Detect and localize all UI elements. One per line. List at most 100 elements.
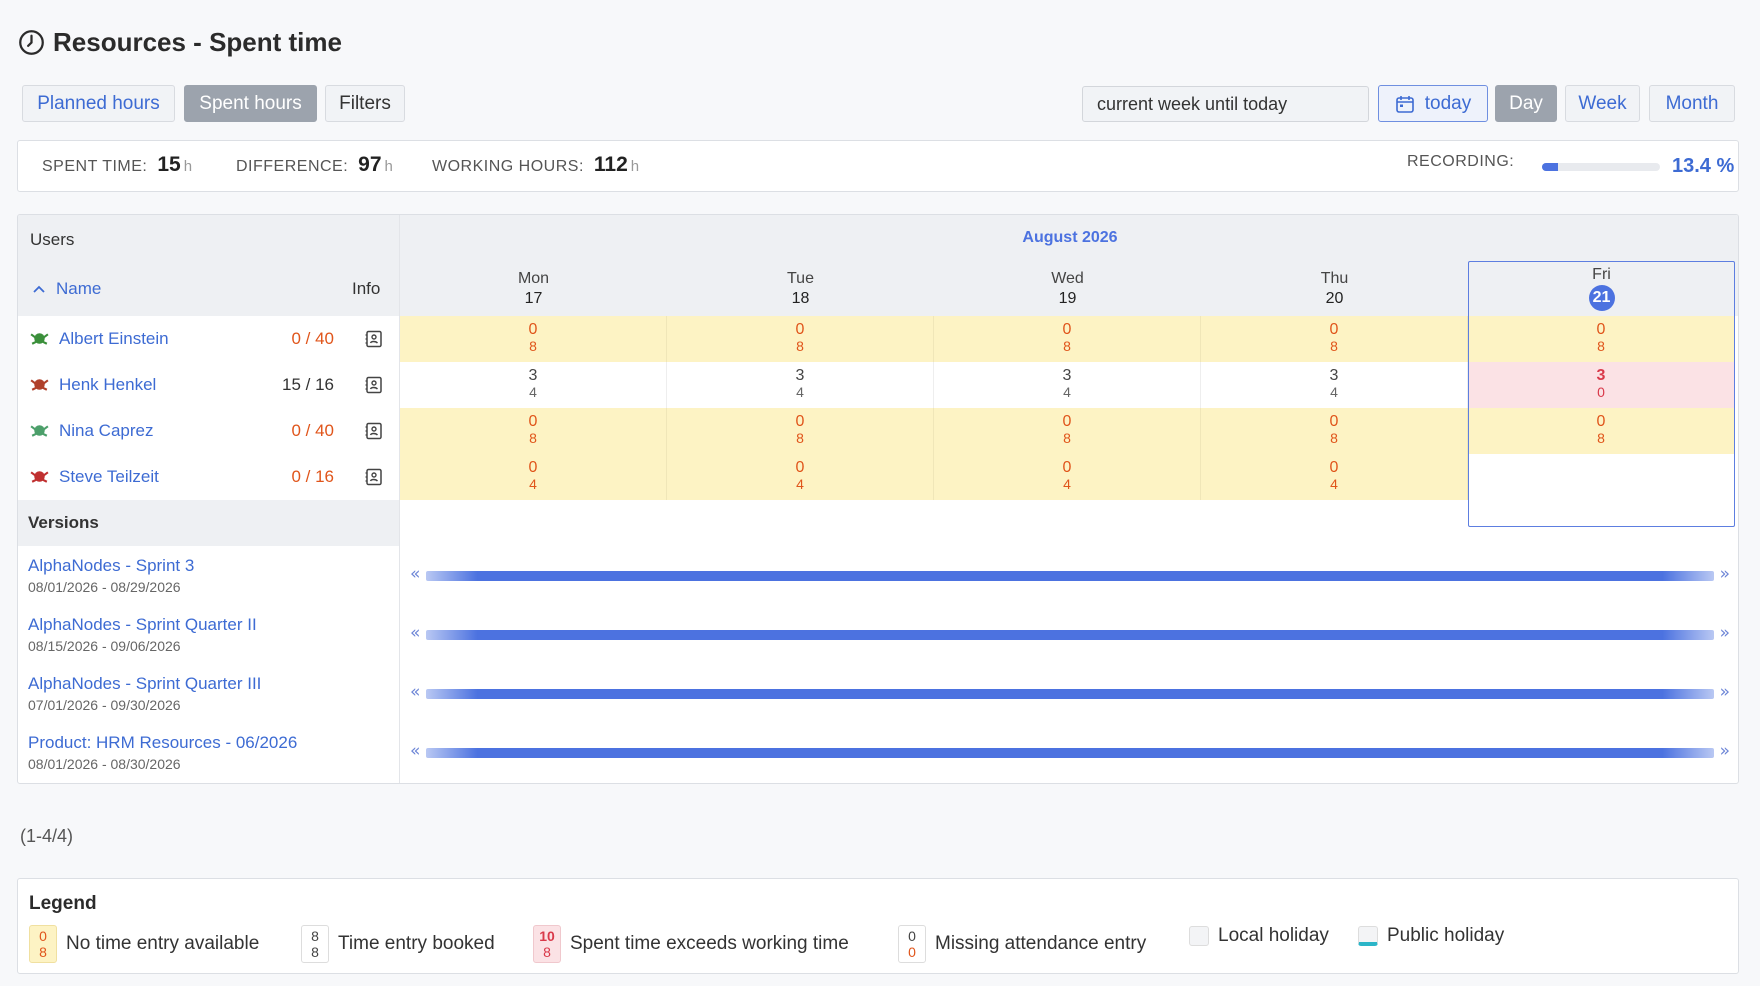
page-header: Resources - Spent time bbox=[18, 24, 342, 60]
recording-progress bbox=[1542, 163, 1660, 171]
recording-value: 13.4 % bbox=[1672, 155, 1735, 177]
user-name-link[interactable]: Nina Caprez bbox=[59, 421, 154, 441]
time-cell[interactable]: 08 bbox=[1201, 408, 1468, 454]
version-name-link[interactable]: Product: HRM Resources - 06/2026 bbox=[28, 733, 297, 753]
time-cell[interactable]: 08 bbox=[1468, 408, 1735, 454]
version-dates: 08/01/2026 - 08/29/2026 bbox=[28, 579, 181, 595]
user-name-link[interactable]: Steve Teilzeit bbox=[59, 467, 159, 487]
user-hours: 0 / 40 bbox=[291, 329, 334, 348]
version-name-link[interactable]: AlphaNodes - Sprint Quarter II bbox=[28, 615, 257, 635]
time-cell[interactable]: 08 bbox=[400, 408, 667, 454]
sort-by-name[interactable]: Name bbox=[32, 279, 101, 299]
version-timeline-bar[interactable]: «» bbox=[410, 682, 1730, 702]
working-hours-unit: h bbox=[630, 158, 640, 175]
legend-no-entry: 08 No time entry available bbox=[29, 925, 259, 963]
time-cell[interactable]: 04 bbox=[1201, 454, 1468, 500]
resource-grid: Users Name Info August 2026 Mon 17 Tue 18 … bbox=[17, 214, 1739, 784]
week-view-button[interactable]: Week bbox=[1565, 85, 1640, 122]
time-cell[interactable]: 04 bbox=[667, 454, 934, 500]
day-number: 20 bbox=[1325, 290, 1344, 307]
swatch-bottom: 0 bbox=[908, 944, 916, 960]
working-hours-value: 8 bbox=[529, 430, 537, 446]
time-cell[interactable]: 04 bbox=[934, 454, 1201, 500]
avatar-icon bbox=[30, 333, 49, 345]
swatch-top: 0 bbox=[908, 928, 916, 944]
period-select[interactable]: current week until today bbox=[1082, 86, 1369, 122]
time-cell[interactable]: 08 bbox=[667, 316, 934, 362]
legend-missing-attendance: 00 Missing attendance entry bbox=[898, 925, 1146, 963]
version-name-link[interactable]: AlphaNodes - Sprint 3 bbox=[28, 556, 194, 576]
chevron-up-icon bbox=[33, 285, 45, 293]
working-hours-value: 4 bbox=[1330, 476, 1338, 492]
recording-label: RECORDING: bbox=[1407, 153, 1515, 170]
chevron-left-double-icon: « bbox=[410, 682, 421, 702]
time-cell[interactable]: 34 bbox=[400, 362, 667, 408]
working-hours-value: 4 bbox=[529, 384, 537, 400]
legend-exceeds: 10 8 Spent time exceeds working time bbox=[533, 925, 849, 963]
day-header-mon: Mon 17 bbox=[400, 269, 667, 309]
planned-hours-tab[interactable]: Planned hours bbox=[22, 85, 175, 122]
swatch-bottom: 8 bbox=[39, 944, 47, 960]
version-name-link[interactable]: AlphaNodes - Sprint Quarter III bbox=[28, 674, 261, 694]
time-cell[interactable]: 34 bbox=[1201, 362, 1468, 408]
user-row: Steve Teilzeit 0 / 16 bbox=[18, 454, 400, 500]
chevron-right-double-icon: » bbox=[1719, 741, 1730, 761]
version-bar-fill bbox=[426, 689, 1714, 699]
working-hours-value: 8 bbox=[1597, 430, 1605, 446]
user-row: Albert Einstein 0 / 40 bbox=[18, 316, 400, 362]
version-row: AlphaNodes - Sprint Quarter III 07/01/202… bbox=[18, 664, 1738, 723]
chevron-left-double-icon: « bbox=[410, 741, 421, 761]
legend-swatch-yellow: 08 bbox=[29, 925, 57, 963]
contact-card-icon[interactable] bbox=[364, 467, 384, 487]
working-hours-value: 4 bbox=[1063, 476, 1071, 492]
time-cell[interactable]: 30 bbox=[1468, 362, 1735, 408]
working-hours-value: 8 bbox=[1597, 338, 1605, 354]
calendar-header: August 2026 Mon 17 Tue 18 Wed 19 Thu 20 Fri 2… bbox=[400, 215, 1738, 316]
contact-card-icon[interactable] bbox=[364, 329, 384, 349]
day-name: Tue bbox=[787, 270, 814, 287]
contact-card-icon[interactable] bbox=[364, 421, 384, 441]
day-view-button[interactable]: Day bbox=[1495, 85, 1557, 122]
version-dates: 07/01/2026 - 09/30/2026 bbox=[28, 697, 181, 713]
swatch-bottom: 8 bbox=[311, 944, 319, 960]
day-name: Wed bbox=[1051, 270, 1084, 287]
user-row: Henk Henkel 15 / 16 bbox=[18, 362, 400, 408]
filters-button[interactable]: Filters bbox=[325, 85, 405, 122]
time-cell[interactable]: 08 bbox=[934, 316, 1201, 362]
spent-hours-value: 0 bbox=[795, 413, 805, 430]
time-cell[interactable] bbox=[1468, 454, 1735, 500]
recording-progress-fill bbox=[1542, 163, 1558, 171]
avatar-icon bbox=[30, 379, 49, 391]
spent-hours-value: 0 bbox=[528, 321, 538, 338]
time-cell[interactable]: 34 bbox=[667, 362, 934, 408]
today-button[interactable]: today bbox=[1378, 85, 1488, 122]
spent-hours-value: 3 bbox=[1329, 367, 1339, 384]
user-name-link[interactable]: Albert Einstein bbox=[59, 329, 169, 349]
swatch-top: 8 bbox=[311, 928, 319, 944]
summary-bar: SPENT TIME: 15 h DIFFERENCE: 97 h WORKING … bbox=[17, 140, 1739, 192]
version-timeline-bar[interactable]: «» bbox=[410, 564, 1730, 584]
working-hours-value: 8 bbox=[796, 338, 804, 354]
day-number: 17 bbox=[524, 290, 543, 307]
version-timeline-bar[interactable]: «» bbox=[410, 741, 1730, 761]
spent-hours-tab[interactable]: Spent hours bbox=[184, 85, 317, 122]
users-header: Users Name Info bbox=[18, 215, 400, 316]
chevron-right-double-icon: » bbox=[1719, 564, 1730, 584]
day-name: Mon bbox=[517, 270, 550, 287]
time-cell[interactable]: 08 bbox=[667, 408, 934, 454]
legend-label: Local holiday bbox=[1218, 925, 1329, 946]
time-cell[interactable]: 08 bbox=[400, 316, 667, 362]
time-cell[interactable]: 34 bbox=[934, 362, 1201, 408]
spent-hours-value: 0 bbox=[1062, 413, 1072, 430]
version-timeline-bar[interactable]: «» bbox=[410, 623, 1730, 643]
legend-swatch-local-holiday bbox=[1189, 926, 1209, 946]
time-cell[interactable]: 08 bbox=[1201, 316, 1468, 362]
user-name-link[interactable]: Henk Henkel bbox=[59, 375, 156, 395]
user-row: Nina Caprez 0 / 40 bbox=[18, 408, 400, 454]
legend: Legend 08 No time entry available 88 Tim… bbox=[17, 878, 1739, 974]
time-cell[interactable]: 08 bbox=[934, 408, 1201, 454]
time-cell[interactable]: 04 bbox=[400, 454, 667, 500]
month-view-button[interactable]: Month bbox=[1649, 85, 1735, 122]
time-cell[interactable]: 08 bbox=[1468, 316, 1735, 362]
contact-card-icon[interactable] bbox=[364, 375, 384, 395]
